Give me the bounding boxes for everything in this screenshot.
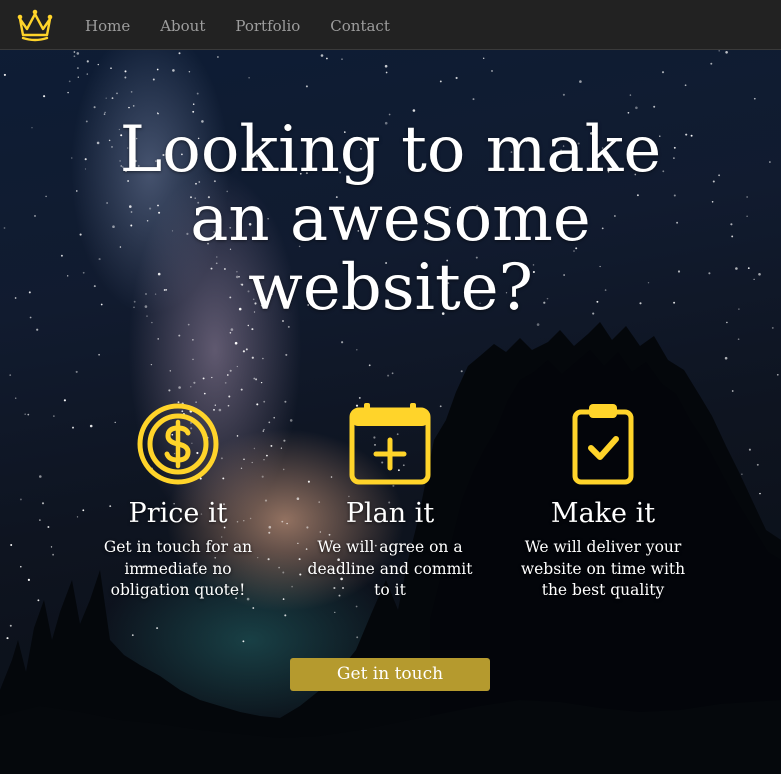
nav-menu: Home About Portfolio Contact xyxy=(85,0,390,50)
crown-icon[interactable] xyxy=(16,7,54,43)
feature-description: Get in touch for an immediate no obligat… xyxy=(103,538,253,599)
top-navbar: Home About Portfolio Contact xyxy=(0,0,781,50)
hero-title: Looking to make an awesome website? xyxy=(119,113,662,325)
get-in-touch-button[interactable]: Get in touch xyxy=(290,658,490,691)
nav-link-portfolio[interactable]: Portfolio xyxy=(235,17,300,35)
feature-title: Price it xyxy=(128,498,228,529)
feature-description: We will deliver your website on time wit… xyxy=(520,538,686,599)
feature-description: We will agree on a deadline and commit t… xyxy=(307,538,473,599)
feature-title: Make it xyxy=(550,498,656,529)
nav-link-contact[interactable]: Contact xyxy=(330,17,390,35)
nav-link-about[interactable]: About xyxy=(160,17,205,35)
clipboard-check-icon xyxy=(572,404,634,485)
feature-price: Price it Get in touch for an immediate n… xyxy=(88,402,268,602)
calendar-plus-icon xyxy=(349,403,431,485)
nav-link-home[interactable]: Home xyxy=(85,17,130,35)
feature-plan: Plan it We will agree on a deadline and … xyxy=(300,402,480,602)
feature-make: Make it We will deliver your website on … xyxy=(513,402,693,602)
feature-title: Plan it xyxy=(345,498,435,529)
dollar-coin-icon xyxy=(137,403,219,485)
